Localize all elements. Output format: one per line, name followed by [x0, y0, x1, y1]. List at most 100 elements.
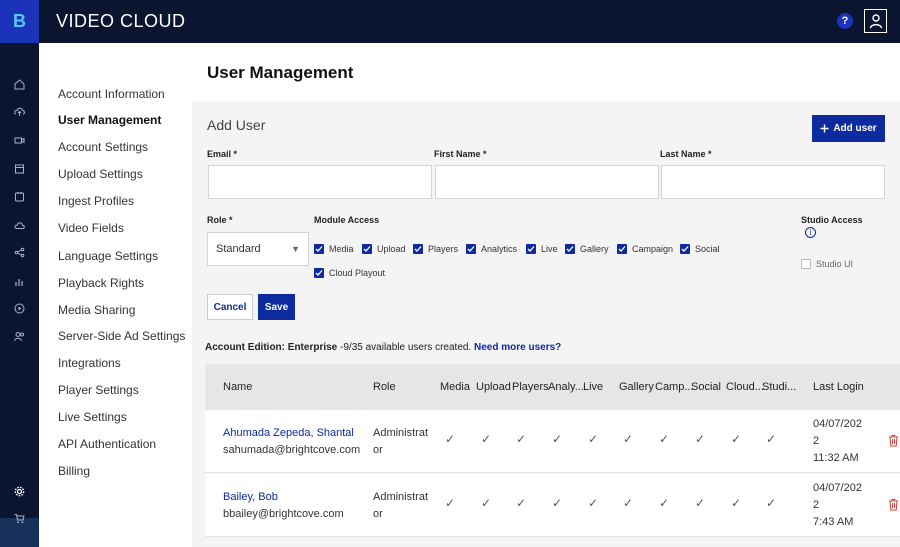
module-access-label: Module Access [314, 215, 380, 225]
nav-media-sharing[interactable]: Media Sharing [58, 303, 135, 317]
nav-player-settings[interactable]: Player Settings [58, 383, 139, 397]
column-header-name[interactable]: Name [223, 381, 252, 393]
email-input[interactable] [208, 165, 432, 199]
column-header-social[interactable]: Social [691, 381, 721, 393]
user-account-icon[interactable] [864, 9, 887, 33]
user-name-link[interactable]: Ahumada Zepeda, Shantal [223, 427, 354, 439]
column-header-role[interactable]: Role [373, 381, 396, 393]
module-label-cloud-playout: Cloud Playout [329, 268, 386, 278]
nav-playback-rights[interactable]: Playback Rights [58, 276, 144, 290]
column-header-gallery[interactable]: Gallery [619, 381, 654, 393]
checkbox-checked-icon [466, 244, 476, 254]
module-label-campaign: Campaign [632, 244, 674, 254]
trash-icon[interactable] [888, 498, 899, 511]
studio-ui-label: Studio UI [816, 259, 854, 269]
module-checkbox-social[interactable]: Social [680, 244, 720, 254]
nav-account-information[interactable]: Account Information [58, 87, 165, 101]
nav-upload-settings[interactable]: Upload Settings [58, 167, 143, 181]
nav-video-fields[interactable]: Video Fields [58, 221, 124, 235]
analytics-icon[interactable] [12, 274, 27, 289]
column-header-live[interactable]: Live [583, 381, 603, 393]
calendar-icon[interactable] [12, 161, 27, 176]
app-rail [0, 43, 39, 547]
nav-billing[interactable]: Billing [58, 464, 90, 478]
nav-live-settings[interactable]: Live Settings [58, 410, 127, 424]
last-name-label: Last Name * [660, 149, 712, 159]
checkmark-icon: ✓ [588, 496, 599, 510]
info-icon[interactable]: i [805, 227, 816, 238]
nav-language-settings[interactable]: Language Settings [58, 249, 158, 263]
user-email: sahumada@brightcove.com [223, 444, 361, 456]
first-name-input[interactable] [435, 165, 659, 199]
last-login-date-cont: 2 [813, 499, 820, 511]
users-icon[interactable] [12, 329, 27, 344]
checkmark-icon: ✓ [516, 432, 527, 446]
last-login-date: 04/07/202 [813, 418, 862, 430]
user-name-link[interactable]: Bailey, Bob [223, 491, 278, 503]
checkmark-icon: ✓ [731, 496, 742, 510]
module-label-live: Live [541, 244, 558, 254]
share-icon[interactable] [12, 245, 27, 260]
module-checkbox-media[interactable]: Media [314, 244, 354, 254]
module-checkbox-cloud-playout[interactable]: Cloud Playout [314, 268, 385, 278]
folder-icon[interactable] [12, 189, 27, 204]
cancel-button[interactable]: Cancel [207, 294, 253, 320]
save-button[interactable]: Save [258, 294, 295, 320]
brightcove-logo[interactable]: B [0, 0, 39, 43]
role-select[interactable]: Standard ▼ [207, 232, 309, 266]
column-header-analytics[interactable]: Analy... [548, 381, 584, 393]
last-name-input[interactable] [661, 165, 885, 199]
module-label-social: Social [695, 244, 720, 254]
nav-user-management[interactable]: User Management [58, 113, 161, 127]
module-checkbox-analytics[interactable]: Analytics [466, 244, 517, 254]
play-icon[interactable] [12, 301, 27, 316]
nav-server-side-ad-settings[interactable]: Server-Side Ad Settings [58, 329, 185, 343]
logo-letter: B [13, 11, 26, 31]
checkmark-icon: ✓ [695, 432, 706, 446]
trash-icon[interactable] [888, 434, 899, 447]
add-user-button[interactable]: Add user [812, 115, 885, 142]
checkmark-icon: ✓ [766, 496, 777, 510]
need-more-users-link[interactable]: Need more users? [474, 342, 561, 353]
cart-icon[interactable] [12, 511, 27, 526]
top-bar: B VIDEO CLOUD ? [0, 0, 900, 43]
column-header-cloud-playout[interactable]: Cloud... [726, 381, 764, 393]
column-header-campaign[interactable]: Camp... [655, 381, 694, 393]
module-checkbox-campaign[interactable]: Campaign [617, 244, 673, 254]
checkbox-checked-icon [565, 244, 575, 254]
checkmark-icon: ✓ [659, 496, 670, 510]
column-header-upload[interactable]: Upload [476, 381, 511, 393]
table-row: Ahumada Zepeda, Shantal sahumada@brightc… [205, 410, 900, 473]
checkmark-icon: ✓ [659, 432, 670, 446]
nav-ingest-profiles[interactable]: Ingest Profiles [58, 194, 134, 208]
home-icon[interactable] [12, 77, 27, 92]
help-icon[interactable]: ? [837, 13, 853, 29]
nav-api-authentication[interactable]: API Authentication [58, 437, 156, 451]
module-checkbox-players[interactable]: Players [413, 244, 458, 254]
checkmark-icon: ✓ [516, 496, 527, 510]
column-header-media[interactable]: Media [440, 381, 470, 393]
nav-integrations[interactable]: Integrations [58, 356, 121, 370]
column-header-players[interactable]: Players [512, 381, 549, 393]
nav-account-settings[interactable]: Account Settings [58, 140, 148, 154]
user-role: Administrat [373, 491, 429, 503]
column-header-studio[interactable]: Studi... [762, 381, 796, 393]
chevron-down-icon: ▼ [291, 244, 300, 254]
module-label-analytics: Analytics [481, 244, 518, 254]
account-edition-text: Account Edition: Enterprise -9/35 availa… [205, 342, 561, 353]
studio-ui-checkbox[interactable]: Studio UI [801, 259, 853, 269]
module-checkbox-live[interactable]: Live [526, 244, 558, 254]
video-icon[interactable] [12, 133, 27, 148]
checkmark-icon: ✓ [445, 496, 456, 510]
edition-name: Enterprise [287, 342, 338, 353]
last-login-time: 11:32 AM [813, 452, 859, 464]
module-checkbox-gallery[interactable]: Gallery [565, 244, 609, 254]
column-header-last-login[interactable]: Last Login [813, 381, 864, 393]
upload-icon[interactable] [12, 104, 27, 119]
cloud-icon[interactable] [12, 218, 27, 233]
module-checkbox-upload[interactable]: Upload [362, 244, 406, 254]
checkmark-icon: ✓ [481, 432, 492, 446]
gear-icon[interactable] [12, 484, 27, 499]
last-login-time: 7:43 AM [813, 516, 854, 528]
first-name-label: First Name * [434, 149, 487, 159]
